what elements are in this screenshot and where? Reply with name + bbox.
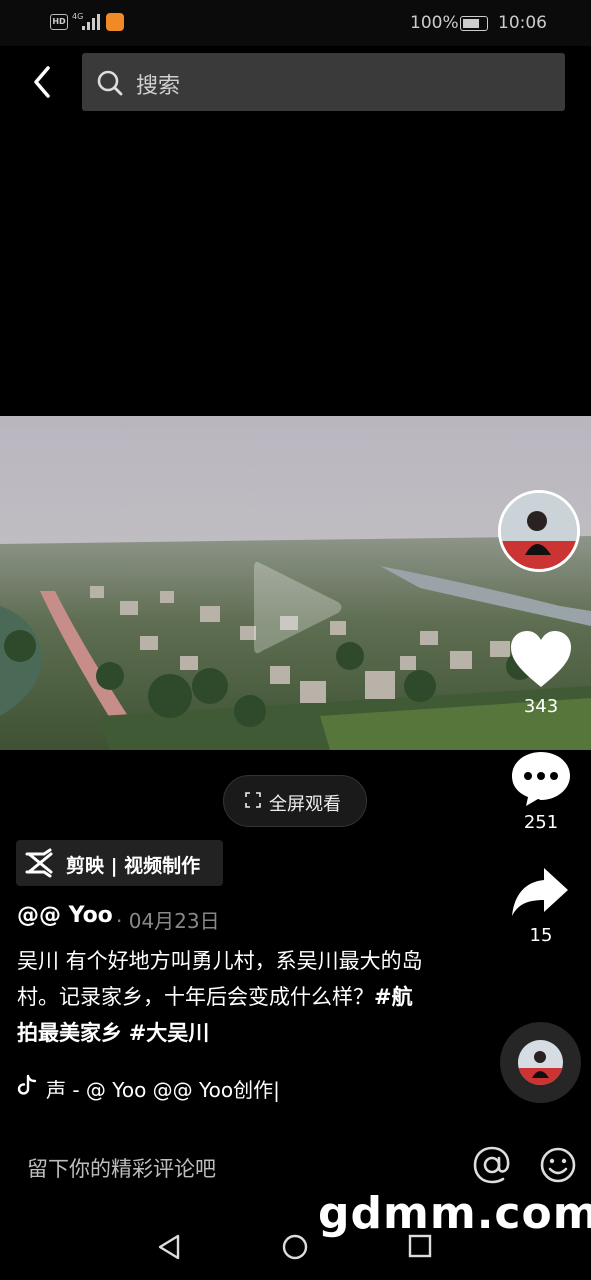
capcut-text: 剪映 | 视频制作 [66,855,201,877]
back-arrow-icon[interactable] [28,64,64,100]
search-placeholder: 搜索 [136,74,181,99]
expand-icon [245,792,261,808]
hashtag[interactable]: #大吴川 [129,1021,210,1045]
nav-recents-icon[interactable] [408,1234,432,1258]
like-count: 343 [523,696,559,717]
search-icon [97,70,123,96]
at-mention-icon[interactable] [472,1145,512,1185]
capcut-logo-icon [25,848,53,878]
play-icon[interactable] [250,555,345,660]
fullscreen-label: 全屏观看 [269,794,341,815]
like-heart-icon[interactable] [510,630,572,690]
comment-bubble-icon[interactable] [510,750,572,808]
battery-icon [460,16,488,31]
post-date: · 04月23日 [116,909,220,933]
share-arrow-icon[interactable] [510,866,570,918]
music-disc-cover [518,1040,563,1085]
post-caption: 吴川 有个好地方叫勇儿村，系吴川最大的岛村。记录家乡，十年后会变成什么样？#航拍… [17,943,427,1051]
emoji-icon[interactable] [540,1147,576,1183]
music-note-icon [17,1074,37,1095]
app-notification-icon [106,13,124,31]
nav-home-icon[interactable] [282,1234,308,1260]
hd-icon: HD [50,14,68,30]
share-count: 15 [529,925,553,946]
music-ticker[interactable]: 声 - @ Yoo @@ Yoo创作| [46,1074,280,1103]
comment-count: 251 [523,812,559,833]
caption-text: 吴川 有个好地方叫勇儿村，系吴川最大的岛村。记录家乡，十年后会变成什么样？ [17,949,423,1009]
author-avatar[interactable] [498,490,580,572]
watermark: gdmm.com [318,1188,591,1239]
clock: 10:06 [498,13,547,33]
signal-icon [82,14,102,30]
battery-percent: 100% [410,13,459,33]
comment-input[interactable]: 留下你的精彩评论吧 [27,1153,216,1183]
author-name[interactable]: @@ Yoo [17,903,113,928]
nav-back-icon[interactable] [156,1234,182,1260]
